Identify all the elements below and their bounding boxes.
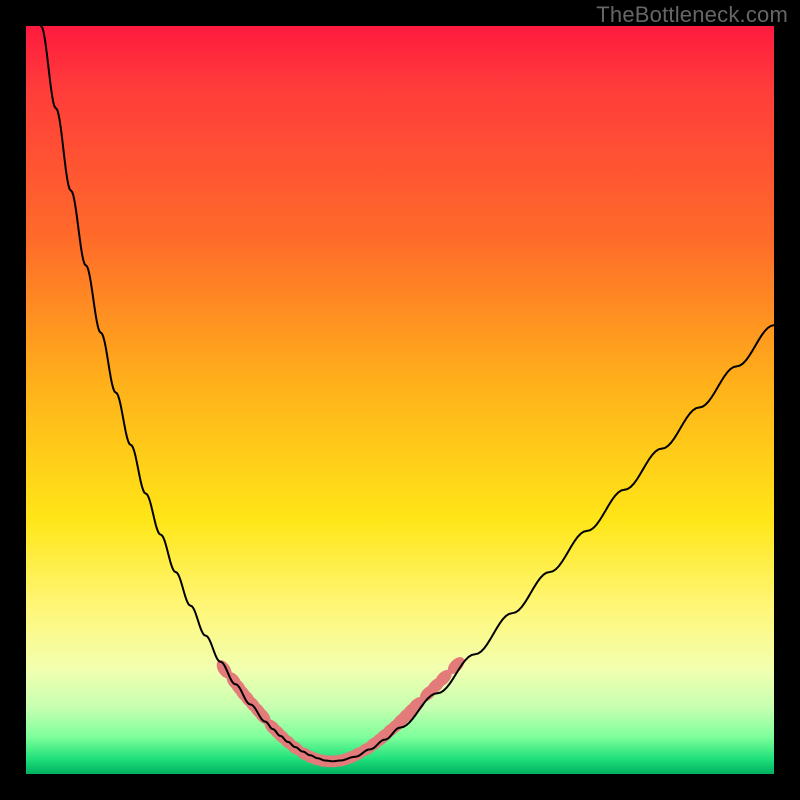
chart-frame: TheBottleneck.com [0, 0, 800, 800]
chart-svg [26, 26, 774, 774]
watermark-text: TheBottleneck.com [596, 2, 788, 28]
bead-markers [214, 654, 468, 768]
v-curve [26, 0, 774, 761]
plot-area [26, 26, 774, 774]
